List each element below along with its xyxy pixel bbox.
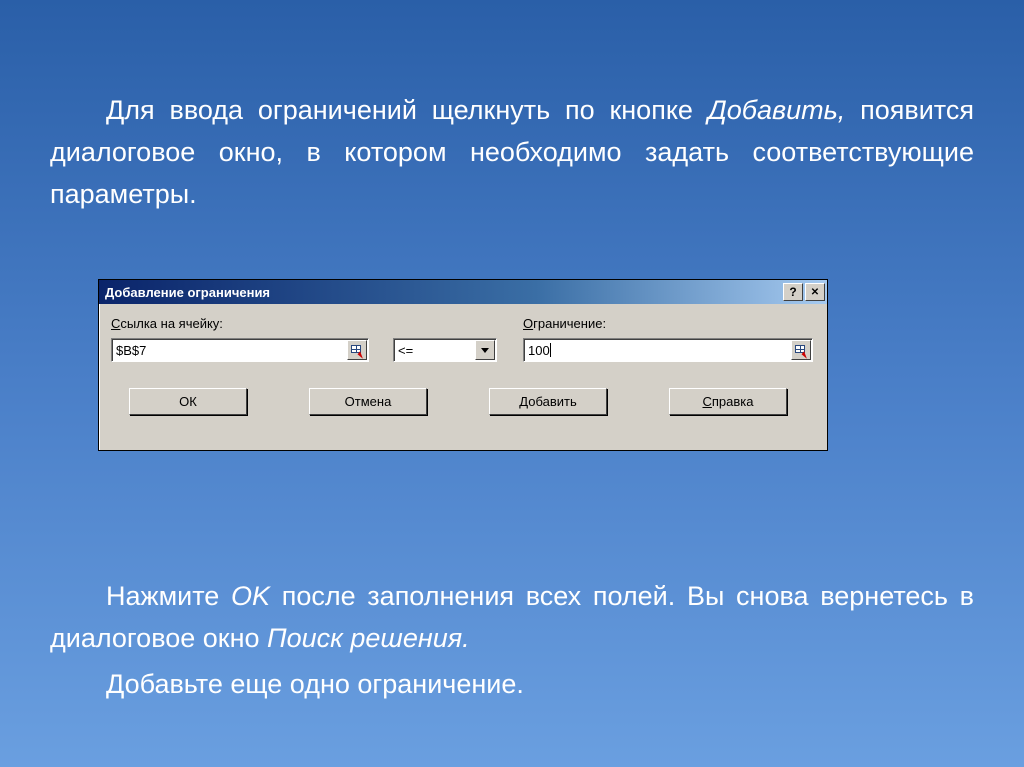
ok-button[interactable]: ОК — [129, 388, 247, 415]
text-italic: OK — [231, 581, 270, 611]
constraint-value: 100 — [524, 339, 790, 361]
cancel-button[interactable]: Отмена — [309, 388, 427, 415]
constraint-field[interactable]: 100 — [523, 338, 813, 362]
button-label: ОК — [179, 394, 197, 409]
label-text: граничение: — [533, 316, 606, 331]
outro-paragraph-1: Нажмите OK после заполнения всех полей. … — [50, 576, 974, 660]
label-mnemonic: О — [523, 316, 533, 331]
help-button[interactable]: ? — [783, 283, 803, 301]
text-segment: Для ввода ограничений щелкнуть по кнопке — [106, 95, 708, 125]
add-button[interactable]: Добавить — [489, 388, 607, 415]
button-label: Отмена — [345, 394, 392, 409]
chevron-down-icon — [481, 348, 489, 353]
close-button[interactable]: ✕ — [805, 283, 825, 301]
outro-paragraph-block: Нажмите OK после заполнения всех полей. … — [40, 576, 984, 716]
question-icon: ? — [789, 285, 796, 299]
constraint-label: Ограничение: — [523, 316, 606, 331]
titlebar-buttons: ? ✕ — [783, 283, 825, 301]
intro-paragraph-block: Для ввода ограничений щелкнуть по кнопке… — [40, 90, 984, 216]
add-constraint-dialog: Добавление ограничения ? ✕ Ссылка на яче… — [98, 279, 828, 451]
range-selector-icon — [795, 345, 807, 355]
close-icon: ✕ — [811, 287, 819, 298]
cell-ref-value: $B$7 — [112, 339, 346, 361]
dialog-title: Добавление ограничения — [105, 285, 783, 300]
constraint-text: 100 — [528, 343, 550, 358]
label-mnemonic: С — [111, 316, 120, 331]
button-label: Добавить — [519, 394, 576, 409]
cell-ref-field[interactable]: $B$7 — [111, 338, 369, 362]
range-selector-button[interactable] — [791, 340, 811, 360]
operator-value: <= — [394, 339, 474, 361]
text-caret — [550, 343, 551, 357]
text-segment: Нажмите — [106, 581, 231, 611]
cell-ref-label: Ссылка на ячейку: — [111, 316, 223, 331]
intro-paragraph: Для ввода ограничений щелкнуть по кнопке… — [50, 90, 974, 216]
help-dialog-button[interactable]: Справка — [669, 388, 787, 415]
range-selector-icon — [351, 345, 363, 355]
button-label: Справка — [703, 394, 754, 409]
text-segment: Добавьте еще одно ограничение. — [106, 669, 524, 699]
slide: Для ввода ограничений щелкнуть по кнопке… — [0, 0, 1024, 767]
dialog-body: Ссылка на ячейку: Ограничение: $B$7 <= — [99, 304, 827, 326]
operator-combo[interactable]: <= — [393, 338, 497, 362]
text-italic: Добавить, — [708, 95, 846, 125]
dropdown-button[interactable] — [475, 340, 495, 360]
outro-paragraph-2: Добавьте еще одно ограничение. — [50, 664, 974, 706]
label-text: сылка на ячейку: — [120, 316, 223, 331]
titlebar: Добавление ограничения ? ✕ — [99, 280, 827, 304]
text-italic: Поиск решения. — [267, 623, 470, 653]
range-selector-button[interactable] — [347, 340, 367, 360]
